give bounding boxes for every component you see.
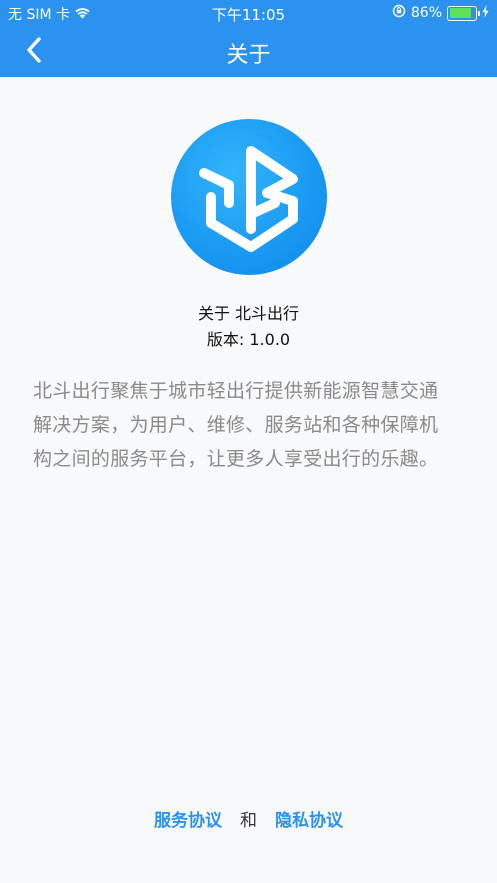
app-name: 关于 北斗出行 (197, 304, 300, 323)
app-logo-icon (171, 119, 327, 275)
and-text: 和 (240, 811, 257, 831)
privacy-agreement-link[interactable]: 隐私协议 (275, 811, 343, 831)
nav-bar: 关于 (0, 26, 497, 77)
service-agreement-link[interactable]: 服务协议 (154, 811, 222, 831)
battery-cap (478, 10, 480, 16)
status-bar: 无 SIM 卡 下午11:05 86% (0, 0, 497, 26)
battery-icon (447, 5, 480, 21)
battery-fill (449, 8, 471, 18)
orientation-lock-icon (392, 4, 406, 22)
app-version: 版本: 1.0.0 (206, 330, 291, 349)
charging-icon (482, 4, 489, 22)
footer-links: 服务协议和隐私协议 (0, 806, 497, 831)
app-description: 北斗出行聚焦于城市轻出行提供新能源智慧交通解决方案，为用户、维修、服务站和各种保… (33, 380, 439, 470)
header: 无 SIM 卡 下午11:05 86% 关于 (0, 0, 497, 77)
status-right: 86% (392, 4, 489, 22)
page-title: 关于 (226, 43, 271, 68)
battery-percent: 86% (410, 5, 442, 21)
